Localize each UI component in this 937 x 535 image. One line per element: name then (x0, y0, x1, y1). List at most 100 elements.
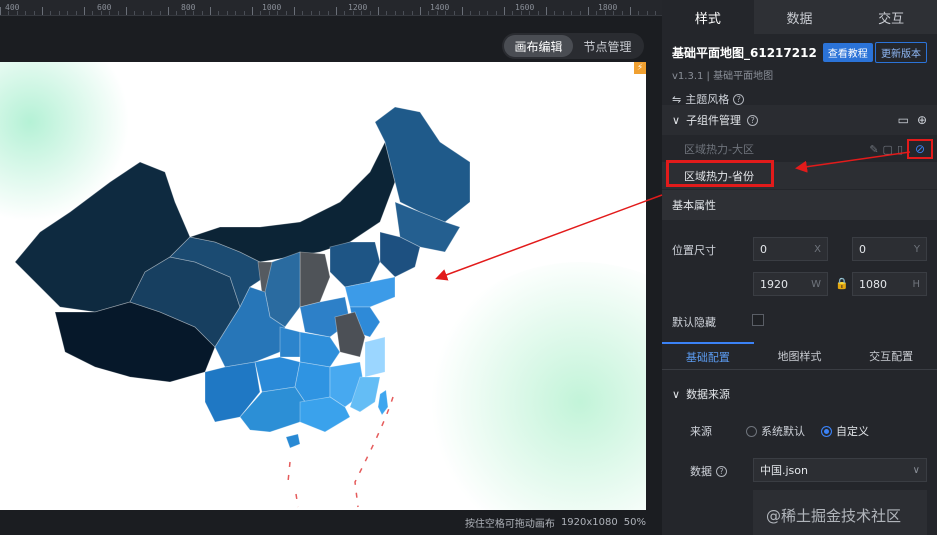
ruler-mark (462, 7, 463, 15)
ruler-mark (361, 11, 363, 15)
ruler-mark (285, 11, 287, 15)
ruler-mark (630, 7, 631, 15)
ruler-mark (243, 11, 245, 15)
folder-add-icon[interactable]: ▭ (898, 113, 909, 127)
basic-props-header: 基本属性 (662, 190, 937, 220)
help-icon[interactable]: ? (747, 114, 759, 126)
ruler-mark (92, 11, 94, 15)
canvas-edit-button[interactable]: 画布编辑 (504, 35, 573, 57)
tab-interaction[interactable]: 交互 (845, 0, 937, 34)
help-icon[interactable]: ? (716, 465, 727, 477)
width-input[interactable]: 1920 W (753, 272, 828, 296)
ruler-mark (184, 11, 186, 15)
ruler-mark (386, 11, 388, 15)
ruler-mark (176, 11, 178, 15)
view-mode-toggle[interactable]: 画布编辑 节点管理 (502, 33, 644, 59)
delete-icon[interactable]: ▯ (897, 143, 903, 156)
ruler-mark (134, 11, 136, 15)
layer-item-region-heat-area[interactable]: 区域热力-大区 ✎ ▢ ▯ ⊘ (662, 135, 937, 162)
watermark: @稀土掘金技术社区 (766, 507, 902, 525)
ruler-mark (613, 11, 615, 15)
dashed-boundary (287, 461, 299, 508)
region-shanxi (299, 251, 331, 308)
tab-map-style[interactable]: 地图样式 (754, 342, 846, 369)
ruler-mark (294, 7, 295, 15)
lock-icon[interactable]: 🔒 (835, 277, 849, 290)
ruler-mark (193, 11, 195, 15)
ruler-mark (554, 11, 556, 15)
node-manage-button[interactable]: 节点管理 (573, 35, 642, 57)
ruler-mark (596, 11, 598, 15)
default-hidden-checkbox[interactable] (752, 314, 764, 326)
tab-basic-config[interactable]: 基础配置 (662, 342, 754, 369)
ruler-mark (403, 11, 405, 15)
edit-icon[interactable]: ✎ (869, 143, 878, 156)
swap-icon: ⇋ (672, 92, 682, 106)
data-file-select[interactable]: 中国.json ∨ (753, 458, 927, 482)
drag-hint: 按住空格可拖动画布 (464, 519, 555, 530)
ruler-mark (168, 7, 169, 15)
ruler-mark (218, 11, 220, 15)
region-guizhou (254, 356, 301, 393)
ruler-mark (378, 7, 379, 15)
ruler-mark (638, 11, 640, 15)
radio-custom[interactable]: 自定义 (821, 423, 869, 439)
ruler-mark (495, 11, 497, 15)
config-subtabs: 基础配置 地图样式 交互配置 (662, 342, 937, 370)
ruler-mark (302, 11, 304, 15)
horizontal-ruler[interactable]: 400 600 800 1000 1200 1400 1600 1800 (0, 0, 662, 16)
ruler-mark (621, 11, 623, 15)
data-label-row: 数据 ? (690, 463, 727, 479)
position-size-label: 位置尺寸 (672, 244, 716, 257)
ruler-mark (0, 7, 1, 15)
help-icon[interactable]: ? (733, 93, 745, 105)
data-source-title: 数据来源 (686, 388, 731, 401)
add-circle-icon[interactable]: ⊕ (917, 113, 927, 127)
highlight-annotation (666, 160, 774, 187)
source-label: 来源 (690, 425, 712, 438)
region-zhejiang (364, 336, 386, 378)
ruler-mark (411, 11, 413, 15)
ruler-mark (277, 11, 279, 15)
copy-icon[interactable]: ▢ (883, 143, 893, 156)
ruler-mark (428, 11, 430, 15)
ruler-mark (579, 11, 581, 15)
ruler-mark (655, 11, 657, 15)
config-panel: 样式 数据 交互 基础平面地图_61217212 查看教程 更新版本 v1.3.… (662, 0, 937, 535)
tab-data[interactable]: 数据 (754, 0, 846, 34)
hide-eye-icon[interactable]: ⊘ (907, 139, 933, 159)
china-heatmap[interactable] (0, 62, 646, 510)
ruler-mark (420, 7, 421, 15)
ruler-mark (562, 11, 564, 15)
y-input[interactable]: 0Y (852, 237, 927, 261)
ruler-mark (512, 11, 514, 15)
update-version-button[interactable]: 更新版本 (875, 41, 927, 63)
ruler-mark (8, 11, 10, 15)
region-hainan (285, 433, 301, 449)
ruler-mark (604, 11, 606, 15)
tab-interaction-config[interactable]: 交互配置 (845, 342, 937, 369)
ruler-mark (344, 11, 346, 15)
region-hubei (299, 331, 341, 368)
ruler-mark (369, 11, 371, 15)
sub-component-header[interactable]: ∨ 子组件管理 ? ▭ ⊕ (662, 105, 937, 135)
ruler-mark (336, 7, 337, 15)
radio-icon (746, 425, 757, 437)
ruler-mark (109, 11, 111, 15)
data-source-header[interactable]: ∨ 数据来源 (672, 386, 730, 402)
height-input[interactable]: 1080 H (852, 272, 927, 296)
tab-style[interactable]: 样式 (662, 0, 754, 34)
ruler-tick: 1400 (430, 3, 450, 12)
canvas-status-bar: 按住空格可拖动画布 1920x1080 50% (0, 510, 662, 535)
radio-system-default[interactable]: 系统默认 (746, 423, 805, 439)
component-subtitle: v1.3.1 | 基础平面地图 (672, 71, 774, 82)
component-header: 基础平面地图_61217212 查看教程 更新版本 v1.3.1 | 基础平面地… (662, 34, 937, 106)
ruler-mark (151, 11, 153, 15)
ruler-mark (235, 11, 237, 15)
view-tutorial-button[interactable]: 查看教程 (822, 42, 873, 62)
radio-selected-icon (821, 425, 832, 437)
zoom-text[interactable]: 50% (624, 517, 646, 528)
region-taiwan (377, 389, 389, 416)
ruler-mark (226, 11, 228, 15)
x-input[interactable]: 0X (753, 237, 828, 261)
